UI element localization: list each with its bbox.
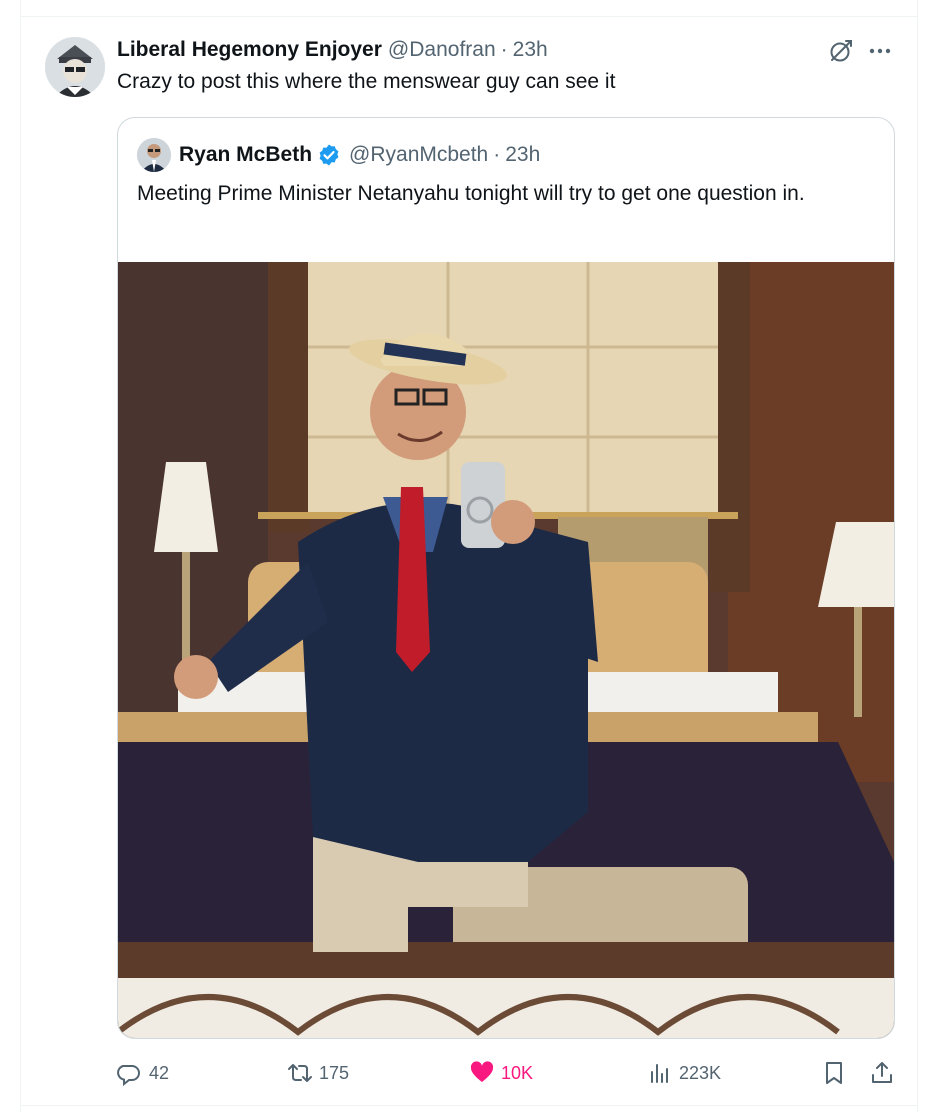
repost-button[interactable]: 175 (287, 1056, 349, 1090)
divider (20, 1105, 918, 1106)
separator: · (500, 38, 508, 61)
tweet-actions: 42 175 10K 223K (117, 1056, 897, 1090)
avatar-image (137, 138, 171, 172)
timestamp[interactable]: 23h (505, 143, 540, 167)
quoted-tweet-text: Meeting Prime Minister Netanyahu tonight… (137, 182, 805, 205)
view-count: 223K (679, 1062, 722, 1083)
repost-count: 175 (319, 1062, 350, 1083)
more-icon[interactable] (866, 38, 894, 64)
avatar[interactable] (45, 37, 105, 97)
reply-count: 42 (149, 1062, 170, 1083)
photo-illustration (118, 262, 894, 1038)
divider (20, 16, 918, 17)
verified-badge-icon (319, 144, 339, 166)
author-handle[interactable]: @Danofran (388, 38, 496, 62)
reply-icon (117, 1065, 140, 1086)
quoted-tweet[interactable]: Ryan McBeth @RyanMcbeth · 23h Meeting Pr… (117, 117, 895, 1039)
avatar-image (45, 37, 105, 97)
quoted-author-handle[interactable]: @RyanMcbeth (349, 143, 488, 167)
reply-button[interactable]: 42 (117, 1056, 169, 1090)
quoted-tweet-header: Ryan McBeth @RyanMcbeth · 23h (179, 140, 540, 170)
grok-icon[interactable] (828, 38, 854, 64)
views-icon (651, 1064, 668, 1083)
bookmark-icon (826, 1062, 842, 1084)
share-icon (872, 1062, 892, 1083)
heart-icon (470, 1061, 494, 1082)
tweet-header: Liberal Hegemony Enjoyer @Danofran · 23h (117, 36, 548, 64)
repost-icon (288, 1064, 312, 1082)
like-count: 10K (501, 1062, 534, 1083)
share-button[interactable] (869, 1056, 901, 1090)
avatar[interactable] (137, 138, 171, 172)
quoted-author-name[interactable]: Ryan McBeth (179, 143, 312, 167)
like-button[interactable]: 10K (469, 1056, 533, 1090)
tweet-photo[interactable] (118, 262, 894, 1038)
bookmark-button[interactable] (821, 1056, 853, 1090)
separator: · (493, 143, 501, 166)
author-name[interactable]: Liberal Hegemony Enjoyer (117, 38, 382, 62)
tweet-text: Crazy to post this where the menswear gu… (117, 70, 616, 93)
timestamp[interactable]: 23h (513, 38, 548, 62)
views-button[interactable]: 223K (647, 1056, 721, 1090)
